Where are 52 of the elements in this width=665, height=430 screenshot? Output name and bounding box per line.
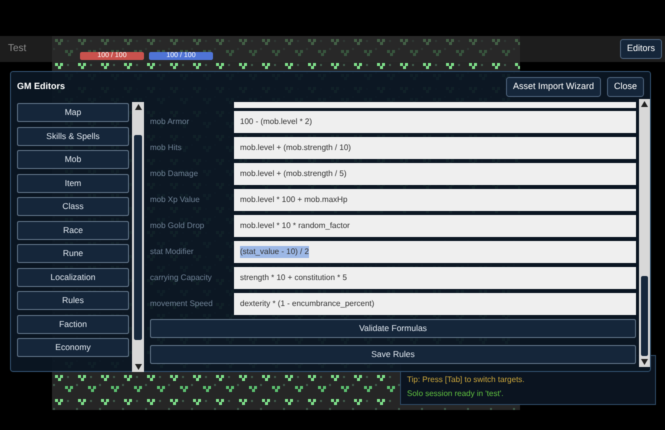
formula-field[interactable]: mob.level * 100 + mob.maxHp — [234, 189, 636, 211]
formula-text: 100 - (mob.level * 2) — [240, 116, 312, 128]
editor-list-item[interactable]: Skills & Spells — [17, 126, 129, 146]
formula-field[interactable]: strength * 10 + constitution * 5 — [234, 267, 636, 289]
editor-list-item[interactable]: Item — [17, 174, 129, 192]
formula-label: mob Armor — [150, 116, 190, 128]
formula-field[interactable]: (stat_value - 10) / 2 — [234, 241, 636, 263]
validate-button[interactable]: Validate Formulas — [150, 319, 636, 338]
formula-field[interactable]: 100 - (mob.level * 2) — [234, 111, 636, 133]
editor-list-item[interactable]: Economy — [17, 338, 129, 357]
scroll-up-icon[interactable] — [641, 101, 648, 107]
formula-field[interactable]: mob.level + (mob.strength / 5) — [234, 163, 636, 185]
formula-label: mob Damage — [150, 168, 200, 180]
scroll-down-icon[interactable] — [134, 364, 142, 370]
chat-message: Tip: Press [Tab] to switch targets. — [407, 375, 526, 385]
editor-list-item[interactable]: Race — [17, 220, 129, 240]
import-wizard-button[interactable]: Asset Import Wizard — [506, 77, 601, 97]
chat-message: Solo session ready in 'test'. — [407, 389, 504, 399]
formula-text: mob.level * 100 + mob.maxHp — [240, 194, 348, 206]
formula-text: (stat_value - 10) / 2 — [240, 246, 309, 258]
status-text: Test — [8, 42, 26, 56]
formula-label: mob Xp Value — [150, 194, 201, 206]
editor-list-item[interactable]: Localization — [17, 268, 129, 286]
editor-list-item[interactable]: Rules — [17, 291, 129, 310]
editor-list-item[interactable]: Class — [17, 197, 129, 216]
editors-button[interactable]: Editors — [620, 39, 662, 59]
formula-label: mob Hits — [150, 142, 183, 154]
editor-list-item[interactable]: Rune — [17, 244, 129, 263]
scroll-thumb[interactable] — [641, 276, 648, 356]
formula-text: dexterity * (1 - encumbrance_percent) — [240, 298, 374, 310]
formula-text: mob.level + (mob.strength / 5) — [240, 168, 346, 180]
editor-list-item[interactable]: Faction — [17, 314, 129, 334]
scroll-thumb[interactable] — [134, 134, 142, 340]
formula-text: mob.level + (mob.strength / 10) — [240, 142, 351, 154]
list-scrollbar[interactable] — [132, 102, 144, 372]
formula-text: strength * 10 + constitution * 5 — [240, 272, 347, 284]
formula-label: stat Modifier — [150, 246, 195, 258]
modal-title: GM Editors — [17, 80, 66, 94]
formula-field[interactable]: mob.level * 10 * random_factor — [234, 215, 636, 237]
save-button[interactable]: Save Rules — [150, 345, 636, 364]
scroll-up-icon[interactable] — [134, 104, 142, 110]
form-scrollbar[interactable] — [639, 99, 650, 367]
formula-field[interactable]: mob.level + (mob.strength / 10) — [234, 137, 636, 159]
editor-list-item[interactable]: Mob — [17, 150, 129, 169]
formula-field[interactable]: dexterity * (1 - encumbrance_percent) — [234, 293, 636, 315]
formula-label: movement Speed — [150, 298, 214, 310]
formula-text: mob.level * 10 * random_factor — [240, 220, 350, 232]
editor-list-item[interactable]: Map — [17, 103, 129, 122]
formula-label: mob Gold Drop — [150, 220, 206, 232]
close-button[interactable]: Close — [606, 77, 644, 97]
formula-label: carrying Capacity — [150, 272, 213, 284]
scroll-down-icon[interactable] — [641, 359, 648, 365]
